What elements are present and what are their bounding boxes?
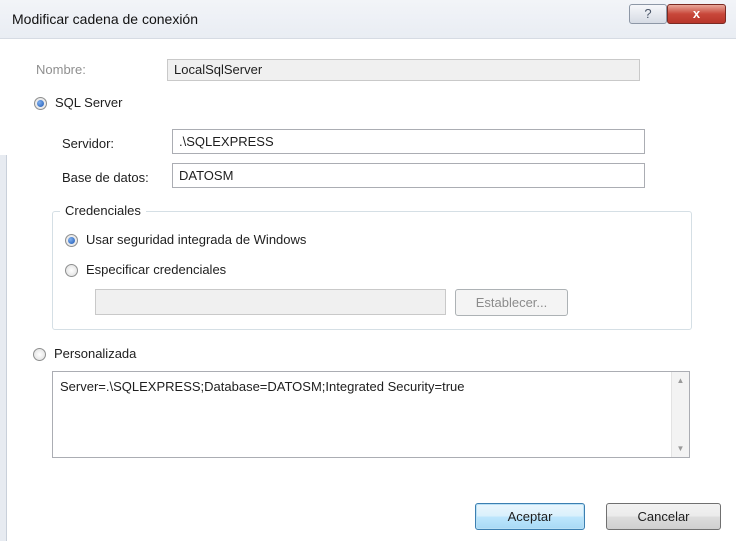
accept-button[interactable]: Aceptar xyxy=(475,503,585,530)
cancel-button[interactable]: Cancelar xyxy=(606,503,721,530)
close-icon: x xyxy=(692,6,701,21)
server-label: Servidor: xyxy=(62,136,115,151)
name-label: Nombre: xyxy=(36,62,86,77)
database-label: Base de datos: xyxy=(62,170,149,185)
custom-label: Personalizada xyxy=(54,346,137,361)
help-button[interactable]: ? xyxy=(629,4,667,24)
set-credentials-button[interactable]: Establecer... xyxy=(455,289,568,316)
scroll-down-icon[interactable]: ▼ xyxy=(672,440,689,457)
integrated-security-radio[interactable] xyxy=(65,234,78,247)
window-title: Modificar cadena de conexión xyxy=(12,11,199,27)
name-field: LocalSqlServer xyxy=(167,59,640,81)
specify-credentials-radio[interactable] xyxy=(65,264,78,277)
credentials-field xyxy=(95,289,446,315)
close-button[interactable]: x xyxy=(667,4,726,24)
title-bar: Modificar cadena de conexión ? x xyxy=(0,0,736,39)
help-icon: ? xyxy=(644,6,652,21)
vertical-scrollbar[interactable]: ▲ ▼ xyxy=(671,372,689,457)
server-field[interactable]: .\SQLEXPRESS xyxy=(172,129,645,154)
integrated-security-label: Usar seguridad integrada de Windows xyxy=(86,232,307,247)
connection-string-text: Server=.\SQLEXPRESS;Database=DATOSM;Inte… xyxy=(60,379,465,394)
sql-server-label: SQL Server xyxy=(55,95,123,110)
custom-radio[interactable] xyxy=(33,348,46,361)
sql-server-radio[interactable] xyxy=(34,97,47,110)
scroll-up-icon[interactable]: ▲ xyxy=(672,372,689,389)
connection-string-textarea[interactable]: Server=.\SQLEXPRESS;Database=DATOSM;Inte… xyxy=(52,371,690,458)
window-left-edge xyxy=(0,155,7,541)
database-field[interactable]: DATOSM xyxy=(172,163,645,188)
credentials-group-label: Credenciales xyxy=(60,203,146,218)
specify-credentials-label: Especificar credenciales xyxy=(86,262,227,277)
